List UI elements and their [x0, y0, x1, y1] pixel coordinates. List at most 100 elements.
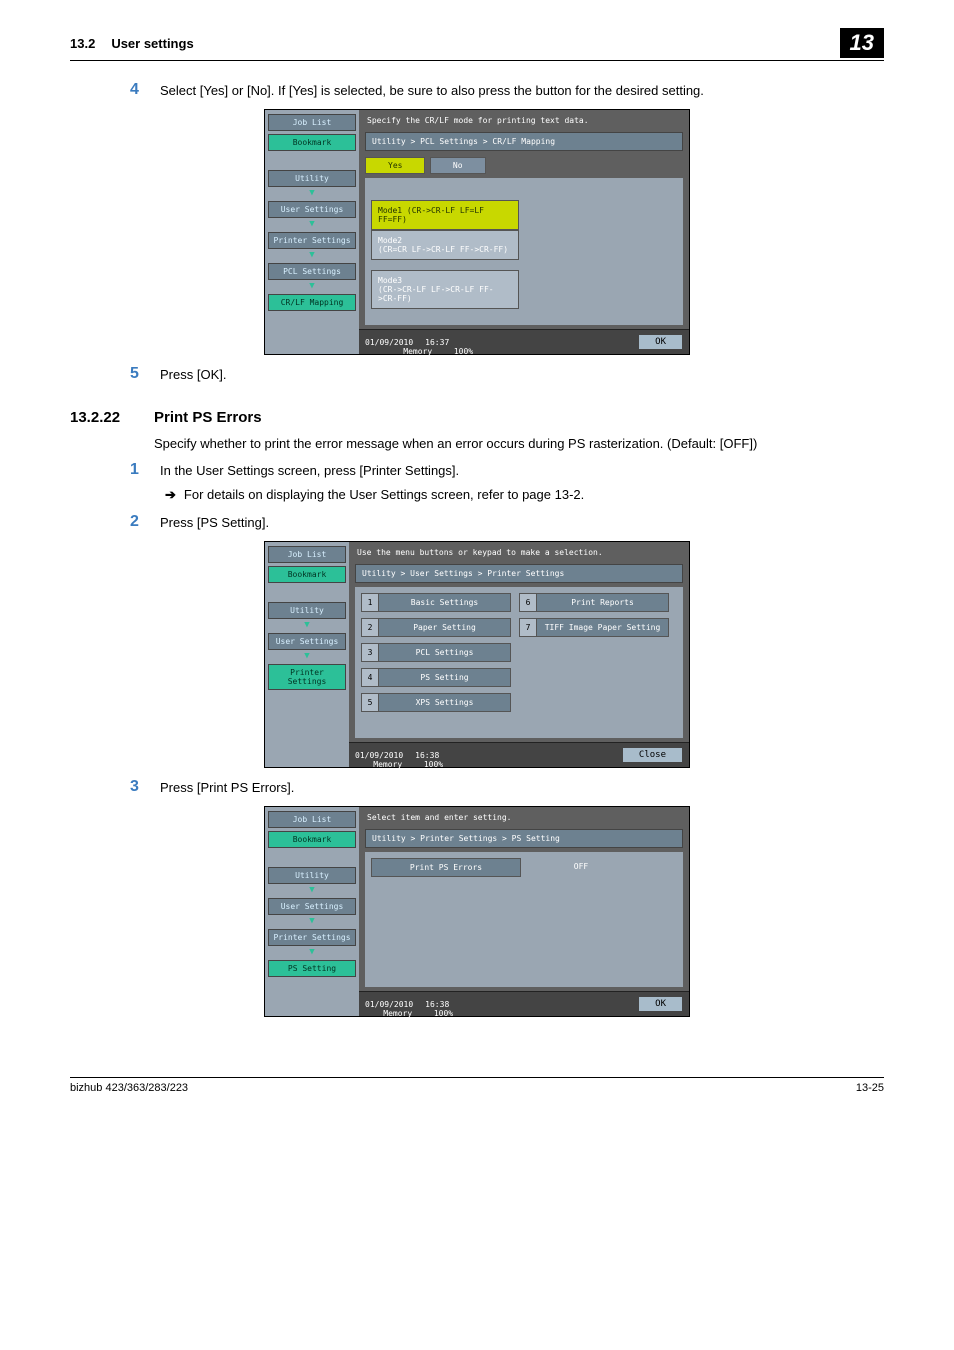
user-settings-button[interactable]: User Settings — [268, 201, 356, 218]
section-description: Specify whether to print the error messa… — [154, 436, 884, 451]
main-panel: Select item and enter setting. Utility >… — [359, 807, 689, 1016]
page-number: 13-25 — [856, 1082, 884, 1094]
breadcrumb: Utility > User Settings > Printer Settin… — [355, 564, 683, 583]
status-bar: 01/09/2010 16:38 Memory 100% OK — [359, 991, 689, 1016]
close-button[interactable]: Close — [622, 747, 683, 763]
job-list-button[interactable]: Job List — [268, 546, 346, 563]
down-arrow-icon: ▼ — [268, 219, 356, 229]
tiff-image-paper-setting-button[interactable]: TIFF Image Paper Setting — [537, 618, 669, 637]
mode3-option[interactable]: Mode3 (CR->CR-LF LF->CR-LF FF->CR-FF) — [371, 270, 519, 309]
ps-setting-button[interactable]: PS Setting — [268, 960, 356, 977]
job-list-button[interactable]: Job List — [268, 114, 356, 131]
status-memory-label: Memory — [373, 760, 402, 769]
menu-num-3: 3 — [361, 643, 379, 662]
breadcrumb: Utility > Printer Settings > PS Setting — [365, 829, 683, 848]
menu-num-5: 5 — [361, 693, 379, 712]
utility-button[interactable]: Utility — [268, 602, 346, 619]
ok-button[interactable]: OK — [638, 334, 683, 350]
status-memory-pct: 100% — [424, 760, 443, 769]
menu-num-6: 6 — [519, 593, 537, 612]
print-ps-errors-value: OFF — [521, 858, 641, 877]
page-footer: bizhub 423/363/283/223 13-25 — [70, 1077, 884, 1094]
menu-num-7: 7 — [519, 618, 537, 637]
ok-button[interactable]: OK — [638, 996, 683, 1012]
print-ps-errors-button[interactable]: Print PS Errors — [371, 858, 521, 877]
paper-setting-button[interactable]: Paper Setting — [379, 618, 511, 637]
bookmark-button[interactable]: Bookmark — [268, 134, 356, 151]
step-text: Select [Yes] or [No]. If [Yes] is select… — [160, 81, 704, 99]
print-reports-button[interactable]: Print Reports — [537, 593, 669, 612]
status-time: 16:38 — [415, 751, 439, 760]
down-arrow-icon: ▼ — [268, 250, 356, 260]
user-settings-button[interactable]: User Settings — [268, 898, 356, 915]
step-4: 4 Select [Yes] or [No]. If [Yes] is sele… — [130, 81, 884, 99]
status-time: 16:37 — [425, 338, 449, 347]
mode2-option[interactable]: Mode2 (CR=CR LF->CR-LF FF->CR-FF) — [371, 230, 519, 260]
basic-settings-button[interactable]: Basic Settings — [379, 593, 511, 612]
step-number: 3 — [130, 778, 160, 796]
status-memory-label: Memory — [383, 1009, 412, 1018]
status-memory-label: Memory — [403, 347, 432, 356]
job-list-button[interactable]: Job List — [268, 811, 356, 828]
setting-area: Print PS Errors OFF — [365, 852, 683, 987]
menu-area: 1Basic Settings 2Paper Setting 3PCL Sett… — [355, 587, 683, 738]
no-tab[interactable]: No — [430, 157, 486, 174]
step-3: 3 Press [Print PS Errors]. — [130, 778, 884, 796]
section-title: User settings — [111, 36, 193, 51]
screenshot-crlf-mapping: Job List Bookmark Utility ▼ User Setting… — [264, 109, 690, 355]
down-arrow-icon: ▼ — [268, 885, 356, 895]
side-panel: Job List Bookmark Utility ▼ User Setting… — [265, 542, 349, 767]
bookmark-button[interactable]: Bookmark — [268, 566, 346, 583]
pcl-settings-button[interactable]: PCL Settings — [379, 643, 511, 662]
side-panel: Job List Bookmark Utility ▼ User Setting… — [265, 807, 359, 1016]
status-memory-pct: 100% — [454, 347, 473, 356]
section-title: Print PS Errors — [154, 409, 262, 426]
status-time: 16:38 — [425, 1000, 449, 1009]
menu-num-4: 4 — [361, 668, 379, 687]
step-text: In the User Settings screen, press [Prin… — [160, 461, 459, 479]
status-bar: 01/09/2010 16:37 Memory 100% OK — [359, 329, 689, 354]
section-13-2-22-heading: 13.2.22 Print PS Errors — [70, 409, 884, 426]
down-arrow-icon: ▼ — [268, 651, 346, 661]
utility-button[interactable]: Utility — [268, 170, 356, 187]
status-date: 01/09/2010 — [355, 751, 403, 760]
screenshot-printer-settings: Job List Bookmark Utility ▼ User Setting… — [264, 541, 690, 768]
instruction-text: Specify the CR/LF mode for printing text… — [359, 110, 689, 132]
step-number: 5 — [130, 365, 160, 383]
arrow-right-icon: ➔ — [165, 487, 176, 503]
down-arrow-icon: ▼ — [268, 281, 356, 291]
printer-settings-button[interactable]: Printer Settings — [268, 664, 346, 690]
down-arrow-icon: ▼ — [268, 916, 356, 926]
section-number: 13.2.22 — [70, 409, 154, 426]
status-date: 01/09/2010 — [365, 1000, 413, 1009]
bookmark-button[interactable]: Bookmark — [268, 831, 356, 848]
ps-setting-button[interactable]: PS Setting — [379, 668, 511, 687]
down-arrow-icon: ▼ — [268, 188, 356, 198]
step-2: 2 Press [PS Setting]. — [130, 513, 884, 531]
sub-text: For details on displaying the User Setti… — [184, 487, 584, 503]
pcl-settings-button[interactable]: PCL Settings — [268, 263, 356, 280]
step-number: 4 — [130, 81, 160, 99]
step-text: Press [PS Setting]. — [160, 513, 269, 531]
xps-settings-button[interactable]: XPS Settings — [379, 693, 511, 712]
side-panel: Job List Bookmark Utility ▼ User Setting… — [265, 110, 359, 354]
yes-tab[interactable]: Yes — [365, 157, 425, 174]
user-settings-button[interactable]: User Settings — [268, 633, 346, 650]
printer-settings-button[interactable]: Printer Settings — [268, 232, 356, 249]
printer-settings-button[interactable]: Printer Settings — [268, 929, 356, 946]
page-header: 13.2 User settings 13 — [70, 28, 884, 61]
step-text: Press [Print PS Errors]. — [160, 778, 294, 796]
main-panel: Specify the CR/LF mode for printing text… — [359, 110, 689, 354]
step-1: 1 In the User Settings screen, press [Pr… — [130, 461, 884, 479]
utility-button[interactable]: Utility — [268, 867, 356, 884]
status-bar: 01/09/2010 16:38 Memory 100% Close — [349, 742, 689, 767]
crlf-mapping-button[interactable]: CR/LF Mapping — [268, 294, 356, 311]
step-5: 5 Press [OK]. — [130, 365, 884, 383]
instruction-text: Use the menu buttons or keypad to make a… — [349, 542, 689, 564]
chapter-number: 13 — [840, 28, 884, 58]
breadcrumb: Utility > PCL Settings > CR/LF Mapping — [365, 132, 683, 151]
mode1-option[interactable]: Mode1 (CR->CR-LF LF=LF FF=FF) — [371, 200, 519, 230]
section-number: 13.2 — [70, 36, 95, 51]
step-1-sub: ➔ For details on displaying the User Set… — [165, 487, 884, 503]
step-number: 1 — [130, 461, 160, 479]
